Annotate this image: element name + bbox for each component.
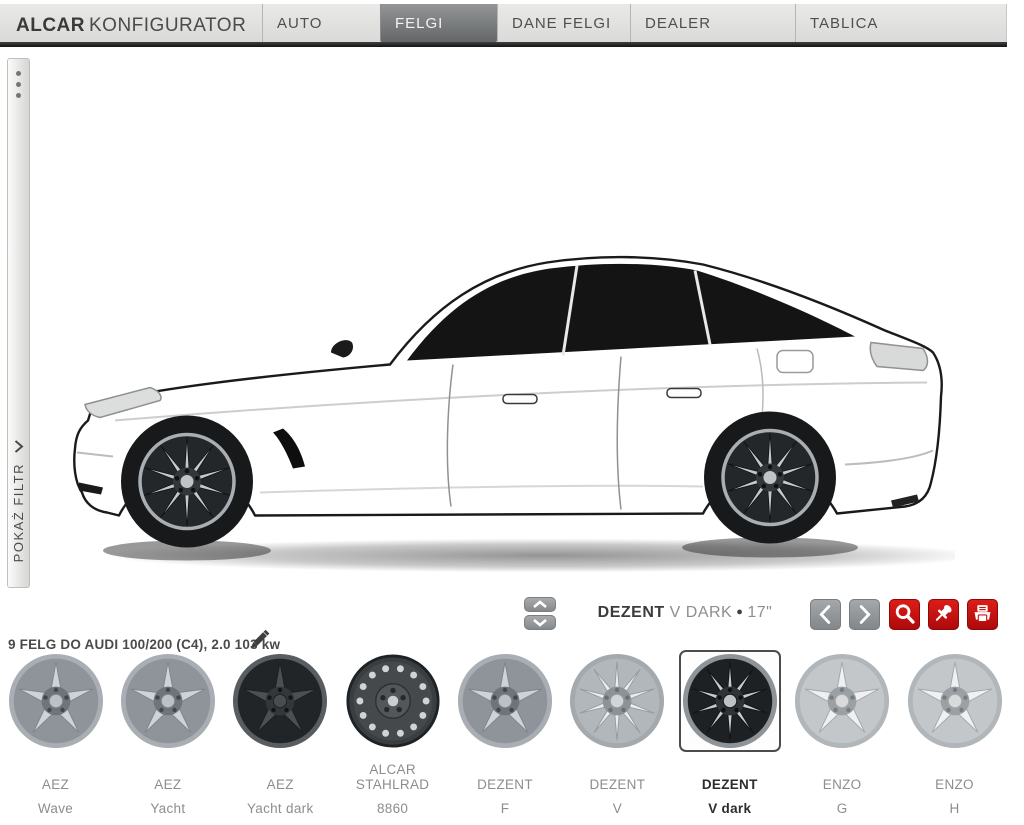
header-bar: ALCARKONFIGURATOR AUTO FELGI DANE FELGI DEA…	[0, 4, 1007, 42]
logo-light: KONFIGURATOR	[89, 15, 246, 36]
show-filter-toggle[interactable]: POKAŻ FILTR	[8, 439, 29, 562]
show-filter-label: POKAŻ FILTR	[11, 463, 26, 562]
magnifier-icon	[890, 599, 919, 630]
wheel-graphic	[120, 653, 216, 749]
wheel-thumbnail	[791, 650, 893, 752]
header-divider-bar	[0, 42, 1007, 47]
wheel-brand-label: DEZENT	[477, 762, 533, 792]
car-stage	[55, 222, 955, 577]
wheel-graphic	[682, 653, 778, 749]
print-button[interactable]	[967, 599, 998, 630]
wheel-item-aez-yacht[interactable]: AEZ Yacht	[114, 650, 221, 816]
selection-size: 17"	[747, 604, 772, 621]
selection-brand: DEZENT	[598, 604, 665, 621]
logo-bold: ALCAR	[16, 15, 85, 36]
tab-label: DEALER	[645, 15, 711, 32]
wheel-thumbnail	[454, 650, 556, 752]
tab-label: AUTO	[277, 15, 322, 32]
current-selection: DEZENT V DARK● 17"	[540, 604, 830, 622]
wheel-model-label: F	[501, 801, 510, 816]
wheel-graphic	[569, 653, 665, 749]
wheel-item-dezent-v-dark[interactable]: DEZENT V dark	[676, 650, 783, 816]
header-tabs: AUTO FELGI DANE FELGI DEALER TABLICA	[262, 4, 1007, 42]
chevron-right-icon	[850, 599, 879, 630]
wheel-brand-label: AEZ	[154, 762, 181, 792]
wheel-item-dezent-f[interactable]: DEZENT F	[452, 650, 559, 816]
wheel-graphic	[794, 653, 890, 749]
printer-icon	[968, 599, 997, 630]
wheel-brand-label: AEZ	[267, 762, 294, 792]
wheel-thumbnail	[904, 650, 1006, 752]
wheel-thumbnail	[229, 650, 331, 752]
wheel-thumbnail	[5, 650, 107, 752]
wheel-item-enzo-h[interactable]: ENZO H	[901, 650, 1008, 816]
wheel-graphic	[8, 653, 104, 749]
wheel-thumbnail	[679, 650, 781, 752]
wheel-model-label: V	[613, 801, 622, 816]
wheel-thumbnail	[342, 650, 444, 752]
wheel-graphic	[232, 653, 328, 749]
wheel-brand-label: DEZENT	[589, 762, 645, 792]
pushpin-icon	[929, 599, 958, 630]
alcar-konfigurator-app: ALCARKONFIGURATOR AUTO FELGI DANE FELGI DEA…	[0, 0, 1024, 825]
wheel-graphic	[345, 653, 441, 749]
wheel-brand-label: ALCAR STAHLRAD	[346, 762, 440, 792]
tab-auto[interactable]: AUTO	[262, 4, 380, 42]
wheel-model-label: Yacht dark	[247, 801, 314, 816]
pin-button[interactable]	[928, 599, 959, 630]
tab-label: DANE FELGI	[512, 15, 611, 32]
wheel-model-label: V dark	[708, 801, 751, 816]
filter-rail[interactable]: POKAŻ FILTR	[7, 58, 30, 588]
wheel-strip: AEZ Wave AEZ Yacht AEZ Yacht dark ALCAR STA…	[2, 650, 1008, 816]
tab-tablica[interactable]: TABLICA	[795, 4, 1007, 42]
wheel-item-dezent-v[interactable]: DEZENT V	[564, 650, 671, 816]
wheel-item-aez-yacht-dark[interactable]: AEZ Yacht dark	[227, 650, 334, 816]
selection-model: V DARK	[670, 604, 733, 621]
tab-dealer[interactable]: DEALER	[630, 4, 795, 42]
wheel-brand-label: AEZ	[42, 762, 69, 792]
tab-dane-felgi[interactable]: DANE FELGI	[497, 4, 630, 42]
wheel-brand-label: ENZO	[823, 762, 862, 792]
zoom-button[interactable]	[889, 599, 920, 630]
wheel-item-alcar-stahlrad-8860[interactable]: ALCAR STAHLRAD 8860	[339, 650, 446, 816]
wheel-brand-label: DEZENT	[702, 762, 758, 792]
wheel-item-aez-wave[interactable]: AEZ Wave	[2, 650, 109, 816]
bullet-icon: ●	[736, 606, 743, 618]
tab-label: FELGI	[395, 15, 443, 32]
tab-felgi[interactable]: FELGI	[380, 4, 497, 42]
kebab-menu-icon[interactable]	[8, 71, 29, 98]
next-wheel-button[interactable]	[849, 599, 880, 630]
tab-label: TABLICA	[810, 15, 878, 32]
car-illustration	[55, 222, 955, 577]
previous-wheel-button[interactable]	[810, 599, 841, 630]
wheel-model-label: 8860	[377, 801, 408, 816]
chevron-left-icon	[811, 599, 840, 630]
wheel-thumbnail	[566, 650, 668, 752]
wheel-item-enzo-g[interactable]: ENZO G	[789, 650, 896, 816]
wheel-brand-label: ENZO	[935, 762, 974, 792]
wheel-thumbnail	[117, 650, 219, 752]
app-logo: ALCARKONFIGURATOR	[16, 15, 246, 37]
chevron-right-icon	[12, 439, 25, 454]
wheel-model-label: G	[837, 801, 848, 816]
wheel-model-label: H	[949, 801, 959, 816]
wheel-graphic	[457, 653, 553, 749]
wheel-model-label: Wave	[38, 801, 73, 816]
wheel-model-label: Yacht	[150, 801, 185, 816]
wheel-graphic	[907, 653, 1003, 749]
